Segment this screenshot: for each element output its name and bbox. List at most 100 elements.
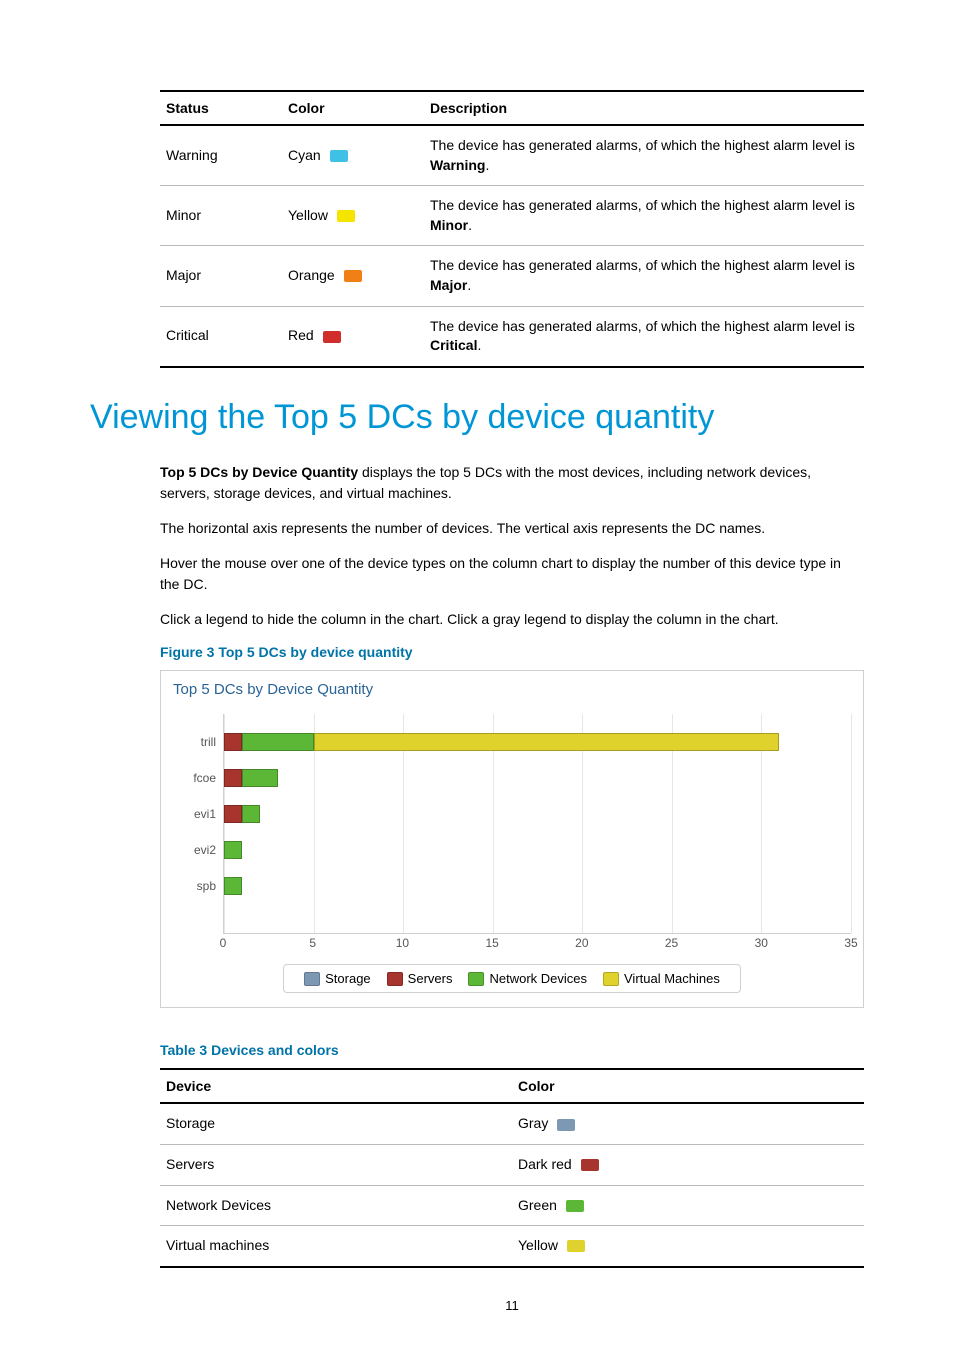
th-device: Device <box>160 1069 512 1103</box>
chart-row: evi1 <box>224 800 851 828</box>
color-swatch-icon <box>567 1240 585 1252</box>
status-cell: Critical <box>160 306 282 367</box>
devices-colors-table: Device Color StorageGray ServersDark red… <box>160 1068 864 1267</box>
status-cell: Major <box>160 246 282 306</box>
color-swatch-icon <box>581 1159 599 1171</box>
chart-ytick-label: evi1 <box>176 807 216 821</box>
chart-title: Top 5 DCs by Device Quantity <box>161 671 863 704</box>
th-description: Description <box>424 91 864 125</box>
chart-bar-group <box>224 805 851 823</box>
table-row: MinorYellow The device has generated ala… <box>160 186 864 246</box>
intro-paragraph-2: The horizontal axis represents the numbe… <box>160 518 864 539</box>
chart-row: evi2 <box>224 836 851 864</box>
legend-swatch-icon <box>387 972 403 986</box>
color-swatch-icon <box>557 1119 575 1131</box>
device-cell: Virtual machines <box>160 1226 512 1267</box>
table-row: Virtual machinesYellow <box>160 1226 864 1267</box>
chart-ytick-label: fcoe <box>176 771 216 785</box>
color-cell: Orange <box>282 246 424 306</box>
intro-paragraph-1: Top 5 DCs by Device Quantity displays th… <box>160 462 864 504</box>
th-color2: Color <box>512 1069 864 1103</box>
device-cell: Network Devices <box>160 1185 512 1226</box>
table-row: WarningCyan The device has generated ala… <box>160 125 864 186</box>
color-cell: Cyan <box>282 125 424 186</box>
legend-item[interactable]: Servers <box>387 971 453 987</box>
table-row: StorageGray <box>160 1103 864 1144</box>
chart-x-axis: 05101520253035 <box>223 934 851 954</box>
figure-caption: Figure 3 Top 5 DCs by device quantity <box>160 644 864 660</box>
device-cell: Servers <box>160 1144 512 1185</box>
chart-bar-segment[interactable] <box>224 805 242 823</box>
chart-ytick-label: evi2 <box>176 843 216 857</box>
legend-swatch-icon <box>468 972 484 986</box>
section-heading: Viewing the Top 5 DCs by device quantity <box>90 398 864 437</box>
status-cell: Minor <box>160 186 282 246</box>
chart-row: fcoe <box>224 764 851 792</box>
chart-bar-segment[interactable] <box>224 877 242 895</box>
intro-paragraph-3: Hover the mouse over one of the device t… <box>160 553 864 595</box>
legend-item[interactable]: Network Devices <box>468 971 587 987</box>
page-number: 11 <box>160 1298 864 1313</box>
chart-xtick-label: 5 <box>309 936 316 950</box>
chart-bar-segment[interactable] <box>314 733 780 751</box>
status-cell: Warning <box>160 125 282 186</box>
description-cell: The device has generated alarms, of whic… <box>424 246 864 306</box>
chart-bar-segment[interactable] <box>224 769 242 787</box>
color-cell: Dark red <box>512 1144 864 1185</box>
chart-xtick-label: 35 <box>844 936 857 950</box>
chart-xtick-label: 15 <box>485 936 498 950</box>
device-cell: Storage <box>160 1103 512 1144</box>
legend-item[interactable]: Storage <box>304 971 371 987</box>
top5-dcs-chart: Top 5 DCs by Device Quantity trill fcoe ev… <box>160 670 864 1009</box>
chart-row: spb <box>224 872 851 900</box>
description-cell: The device has generated alarms, of whic… <box>424 125 864 186</box>
chart-bar-segment[interactable] <box>242 733 314 751</box>
legend-label: Servers <box>408 971 453 986</box>
table3-caption: Table 3 Devices and colors <box>160 1042 864 1058</box>
chart-row: trill <box>224 728 851 756</box>
chart-bar-segment[interactable] <box>224 841 242 859</box>
chart-ytick-label: spb <box>176 879 216 893</box>
table-row: CriticalRed The device has generated ala… <box>160 306 864 367</box>
color-swatch-icon <box>337 210 355 222</box>
chart-legend: Storage Servers Network Devices Virtual Mac… <box>161 954 863 1008</box>
chart-xtick-label: 20 <box>575 936 588 950</box>
chart-plot-area: trill fcoe evi1 evi2 spb <box>223 714 851 934</box>
color-cell: Gray <box>512 1103 864 1144</box>
chart-xtick-label: 0 <box>220 936 227 950</box>
chart-bar-group <box>224 877 851 895</box>
chart-xtick-label: 30 <box>755 936 768 950</box>
legend-swatch-icon <box>603 972 619 986</box>
color-cell: Red <box>282 306 424 367</box>
color-swatch-icon <box>344 270 362 282</box>
color-cell: Yellow <box>282 186 424 246</box>
chart-bar-segment[interactable] <box>242 805 260 823</box>
color-cell: Green <box>512 1185 864 1226</box>
chart-bar-segment[interactable] <box>242 769 278 787</box>
chart-bar-segment[interactable] <box>224 733 242 751</box>
chart-ytick-label: trill <box>176 735 216 749</box>
chart-gridline <box>851 714 852 933</box>
table-row: Network DevicesGreen <box>160 1185 864 1226</box>
th-color: Color <box>282 91 424 125</box>
th-status: Status <box>160 91 282 125</box>
table-row: MajorOrange The device has generated ala… <box>160 246 864 306</box>
para1-bold: Top 5 DCs by Device Quantity <box>160 464 358 480</box>
color-cell: Yellow <box>512 1226 864 1267</box>
legend-label: Network Devices <box>489 971 587 986</box>
chart-bar-group <box>224 733 851 751</box>
legend-item[interactable]: Virtual Machines <box>603 971 720 987</box>
chart-bar-group <box>224 841 851 859</box>
chart-xtick-label: 10 <box>396 936 409 950</box>
chart-bar-group <box>224 769 851 787</box>
color-swatch-icon <box>330 150 348 162</box>
status-color-table: Status Color Description WarningCyan The… <box>160 90 864 368</box>
table-row: ServersDark red <box>160 1144 864 1185</box>
color-swatch-icon <box>566 1200 584 1212</box>
description-cell: The device has generated alarms, of whic… <box>424 306 864 367</box>
chart-xtick-label: 25 <box>665 936 678 950</box>
legend-swatch-icon <box>304 972 320 986</box>
intro-paragraph-4: Click a legend to hide the column in the… <box>160 609 864 630</box>
legend-label: Virtual Machines <box>624 971 720 986</box>
color-swatch-icon <box>323 331 341 343</box>
